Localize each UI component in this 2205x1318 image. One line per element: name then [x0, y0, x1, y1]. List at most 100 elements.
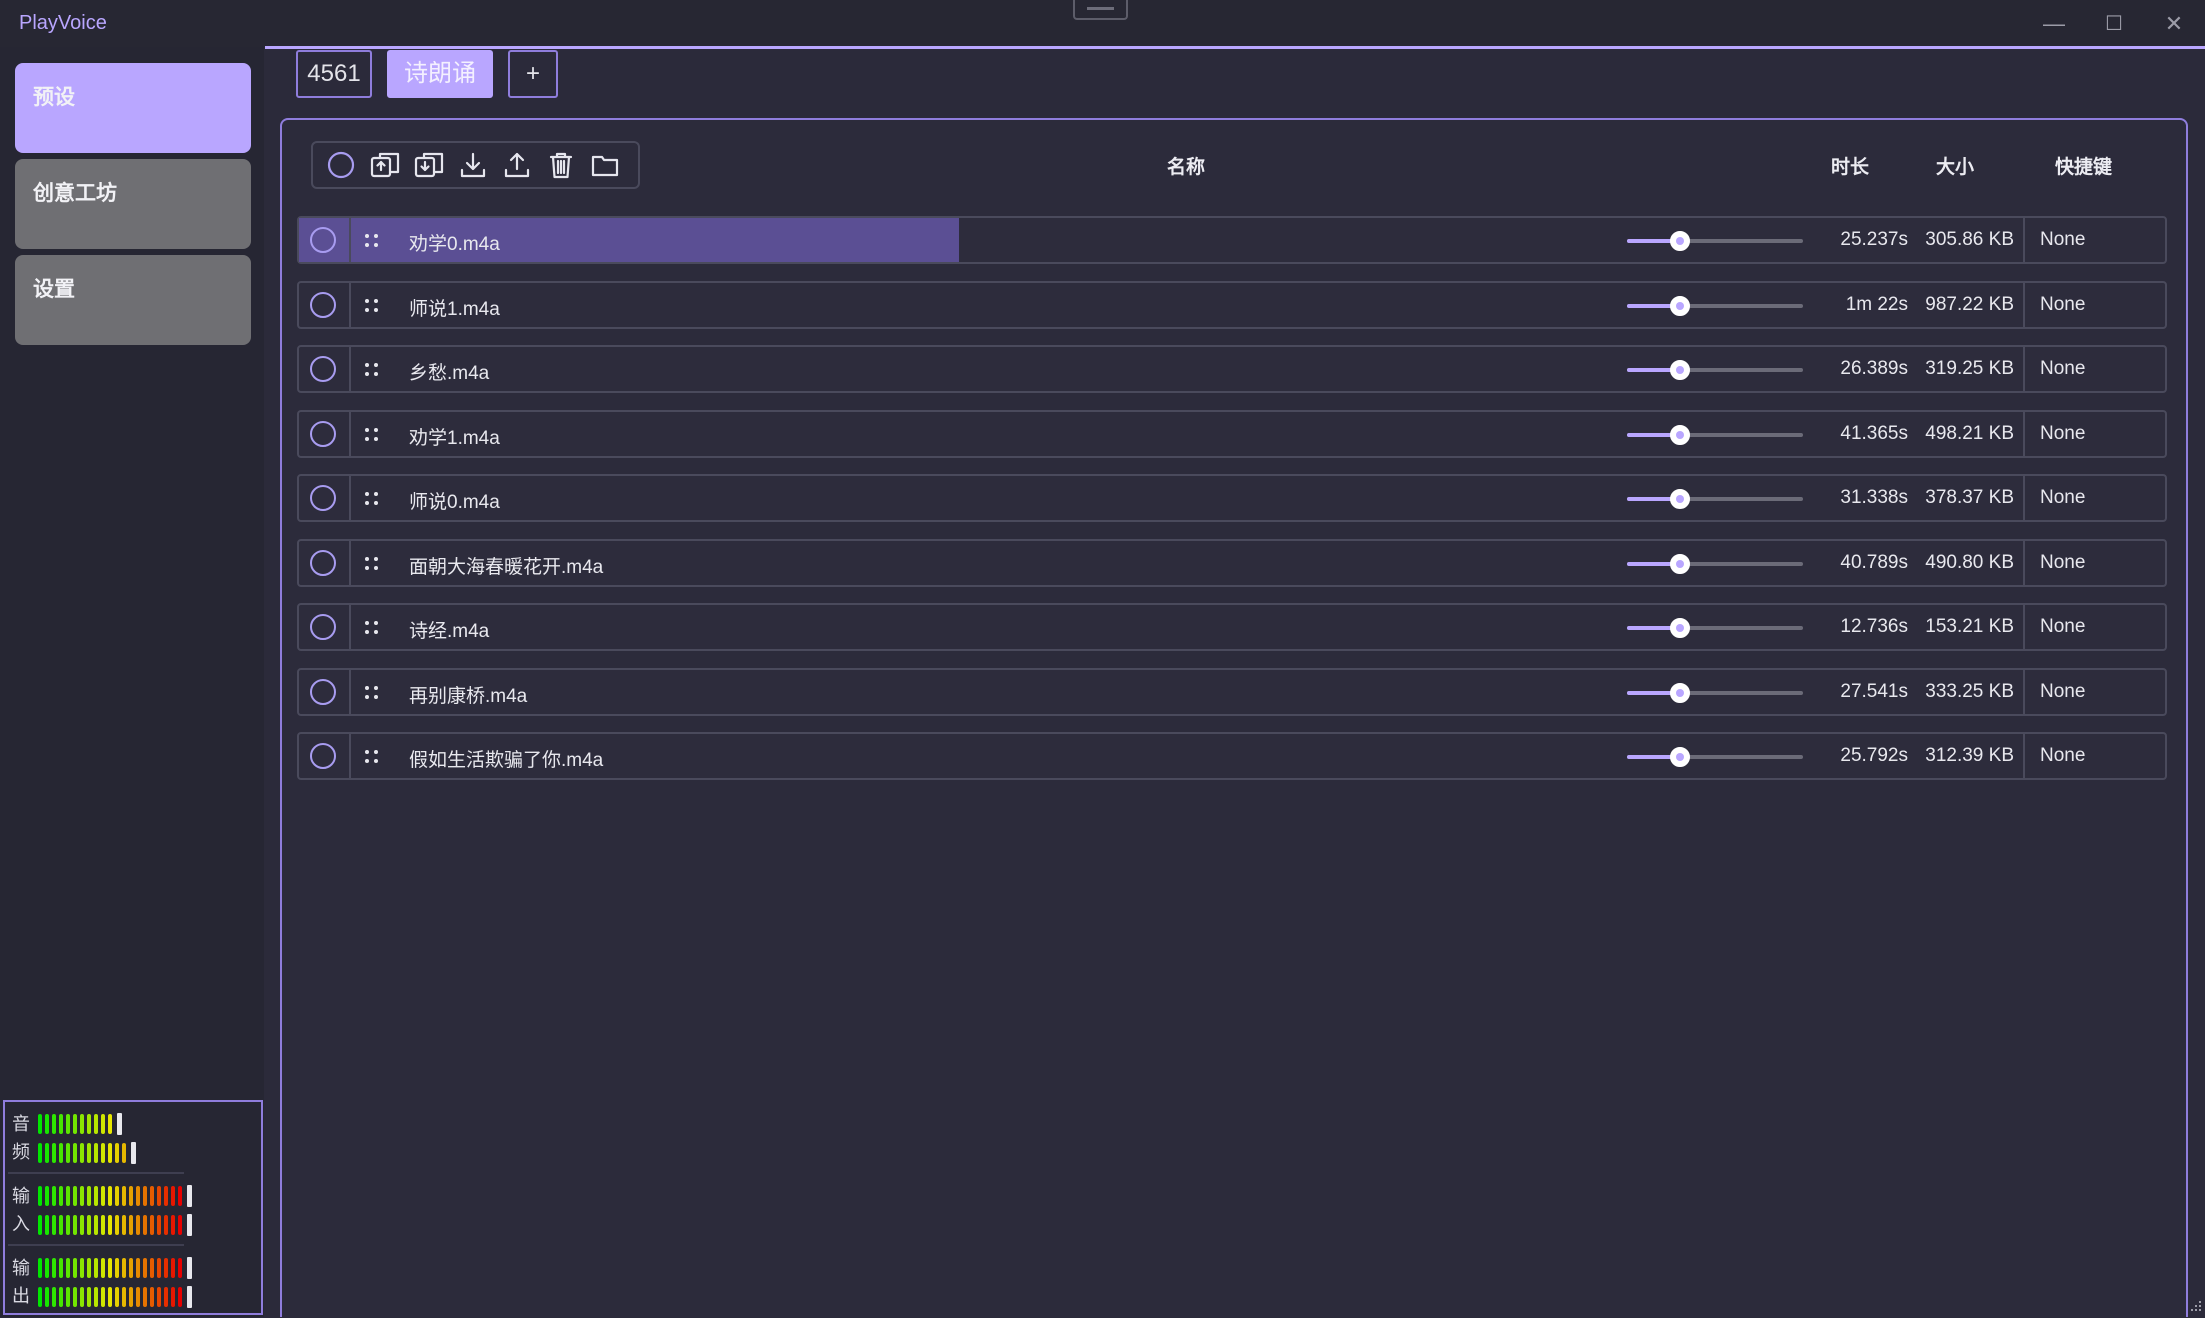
- volume-slider-thumb[interactable]: [1669, 747, 1690, 767]
- close-button[interactable]: ✕: [2154, 8, 2194, 40]
- sound-duration: 1m 22s: [1845, 294, 1908, 315]
- row-select-checkbox[interactable]: [310, 614, 336, 640]
- resize-grip-icon[interactable]: [2186, 1298, 2202, 1314]
- window-drag-handle[interactable]: [1073, 0, 1128, 20]
- sidebar-item-workshop[interactable]: 创意工坊: [15, 159, 251, 249]
- sound-name: 再别康桥.m4a: [409, 686, 528, 707]
- row-select-cell[interactable]: [299, 218, 351, 262]
- export-copy-button[interactable]: [407, 143, 451, 187]
- row-select-checkbox[interactable]: [310, 743, 336, 769]
- hotkey-field[interactable]: None: [2023, 412, 2167, 456]
- volume-slider[interactable]: [1627, 489, 1803, 509]
- volume-slider[interactable]: [1627, 683, 1803, 703]
- meter-segment: [38, 1186, 42, 1206]
- row-select-cell[interactable]: [299, 476, 351, 520]
- table-row[interactable]: 师说0.m4a 31.338s 378.37 KB None: [297, 474, 2167, 522]
- row-select-cell[interactable]: [299, 734, 351, 778]
- hotkey-field[interactable]: None: [2023, 283, 2167, 327]
- table-row[interactable]: 再别康桥.m4a 27.541s 333.25 KB None: [297, 668, 2167, 716]
- row-select-cell[interactable]: [299, 412, 351, 456]
- row-select-cell[interactable]: [299, 605, 351, 649]
- volume-slider[interactable]: [1627, 425, 1803, 445]
- open-folder-button[interactable]: [583, 143, 627, 187]
- table-row[interactable]: 劝学1.m4a 41.365s 498.21 KB None: [297, 410, 2167, 458]
- volume-slider[interactable]: [1627, 231, 1803, 251]
- row-select-checkbox[interactable]: [310, 227, 336, 253]
- column-header-duration[interactable]: 时长: [1831, 152, 1869, 179]
- tab-poetry-recital[interactable]: 诗朗诵: [387, 50, 493, 98]
- tab-4561[interactable]: 4561: [296, 50, 372, 98]
- row-select-checkbox[interactable]: [310, 421, 336, 447]
- hotkey-field[interactable]: None: [2023, 347, 2167, 391]
- drag-handle-icon[interactable]: [365, 492, 379, 506]
- meter-segment: [150, 1215, 154, 1235]
- drag-handle-icon[interactable]: [365, 621, 379, 635]
- delete-button[interactable]: [539, 143, 583, 187]
- minimize-button[interactable]: —: [2034, 8, 2074, 40]
- volume-slider-thumb[interactable]: [1669, 554, 1690, 574]
- hotkey-field[interactable]: None: [2023, 218, 2167, 262]
- meter-segment: [101, 1215, 105, 1235]
- import-copy-button[interactable]: [363, 143, 407, 187]
- table-row[interactable]: 乡愁.m4a 26.389s 319.25 KB None: [297, 345, 2167, 393]
- volume-slider-thumb[interactable]: [1669, 296, 1690, 316]
- row-select-cell[interactable]: [299, 541, 351, 585]
- audio-meter: 音 频: [5, 1106, 261, 1174]
- volume-slider[interactable]: [1627, 554, 1803, 574]
- volume-slider[interactable]: [1627, 747, 1803, 767]
- row-select-cell[interactable]: [299, 283, 351, 327]
- volume-slider-thumb[interactable]: [1669, 360, 1690, 380]
- hotkey-field[interactable]: None: [2023, 670, 2167, 714]
- hotkey-value: None: [2040, 229, 2086, 250]
- drag-handle-icon[interactable]: [365, 557, 379, 571]
- table-row[interactable]: 面朝大海春暖花开.m4a 40.789s 490.80 KB None: [297, 539, 2167, 587]
- input-meter: 输 入: [5, 1178, 261, 1246]
- table-row[interactable]: 劝学0.m4a 25.237s 305.86 KB None: [297, 216, 2167, 264]
- add-tab-button[interactable]: +: [508, 50, 558, 98]
- sidebar-item-presets[interactable]: 预设: [15, 63, 251, 153]
- upload-button[interactable]: [495, 143, 539, 187]
- maximize-button[interactable]: ☐: [2094, 8, 2134, 40]
- drag-handle-icon[interactable]: [365, 428, 379, 442]
- meter-segment: [171, 1215, 175, 1235]
- select-all-button[interactable]: [319, 143, 363, 187]
- row-select-cell[interactable]: [299, 670, 351, 714]
- meter-segment: [45, 1287, 49, 1307]
- drag-handle-icon[interactable]: [365, 299, 379, 313]
- hotkey-field[interactable]: None: [2023, 734, 2167, 778]
- volume-slider[interactable]: [1627, 360, 1803, 380]
- volume-slider-thumb[interactable]: [1669, 231, 1690, 251]
- row-select-checkbox[interactable]: [310, 550, 336, 576]
- row-select-checkbox[interactable]: [310, 679, 336, 705]
- volume-slider-thumb[interactable]: [1669, 618, 1690, 638]
- meter-segment: [80, 1287, 84, 1307]
- sidebar-item-label: 预设: [33, 86, 75, 109]
- table-row[interactable]: 师说1.m4a 1m 22s 987.22 KB None: [297, 281, 2167, 329]
- column-header-size[interactable]: 大小: [1936, 152, 1974, 179]
- hotkey-field[interactable]: None: [2023, 605, 2167, 649]
- meter-segment: [80, 1258, 84, 1278]
- column-header-name[interactable]: 名称: [1167, 152, 1205, 179]
- row-select-cell[interactable]: [299, 347, 351, 391]
- volume-slider[interactable]: [1627, 618, 1803, 638]
- column-header-hotkey[interactable]: 快捷键: [2055, 152, 2112, 179]
- level-meters: 音 频 输 入 输 出: [3, 1100, 263, 1315]
- drag-handle-icon[interactable]: [365, 686, 379, 700]
- volume-slider[interactable]: [1627, 296, 1803, 316]
- sidebar-item-settings[interactable]: 设置: [15, 255, 251, 345]
- volume-slider-thumb[interactable]: [1669, 489, 1690, 509]
- row-select-checkbox[interactable]: [310, 485, 336, 511]
- hotkey-field[interactable]: None: [2023, 541, 2167, 585]
- meter-segment: [94, 1287, 98, 1307]
- hotkey-field[interactable]: None: [2023, 476, 2167, 520]
- table-row[interactable]: 诗经.m4a 12.736s 153.21 KB None: [297, 603, 2167, 651]
- volume-slider-thumb[interactable]: [1669, 425, 1690, 445]
- row-select-checkbox[interactable]: [310, 292, 336, 318]
- drag-handle-icon[interactable]: [365, 750, 379, 764]
- drag-handle-icon[interactable]: [365, 234, 379, 248]
- drag-handle-icon[interactable]: [365, 363, 379, 377]
- row-select-checkbox[interactable]: [310, 356, 336, 382]
- table-row[interactable]: 假如生活欺骗了你.m4a 25.792s 312.39 KB None: [297, 732, 2167, 780]
- volume-slider-thumb[interactable]: [1669, 683, 1690, 703]
- download-button[interactable]: [451, 143, 495, 187]
